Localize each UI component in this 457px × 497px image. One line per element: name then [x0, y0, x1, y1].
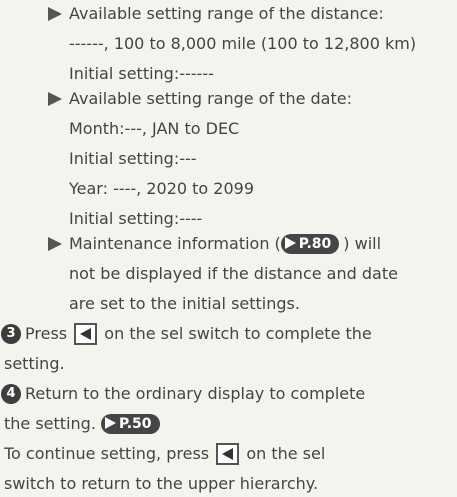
step-4-line-2: the setting. P.50 [4, 413, 160, 435]
distance-range-heading: Available setting range of the distance: [69, 4, 384, 23]
step-3-text-rest: on the sel switch to complete the [104, 324, 372, 343]
page-ref-p50[interactable]: P.50 [101, 413, 160, 434]
step-4-line-4: switch to return to the upper hierarchy. [4, 474, 319, 493]
page-ref-p80[interactable]: P.80 [280, 233, 340, 254]
step-4-line-3: To continue setting, press on the sel [4, 442, 326, 466]
year-initial-setting: Initial setting:---- [69, 209, 203, 228]
maintenance-note-text-end: ) will [343, 234, 382, 253]
maintenance-note-text: Maintenance information ( [69, 234, 281, 253]
reference-arrow-icon [284, 236, 296, 249]
step-number-3-badge: 3 [1, 324, 21, 344]
distance-initial-setting: Initial setting:------ [69, 64, 214, 83]
page-ref-label: P.50 [119, 415, 152, 432]
step-3-line-2: setting. [4, 354, 65, 373]
bullet-arrow-icon [48, 237, 62, 251]
maintenance-note-line-3: are set to the initial settings. [69, 294, 300, 313]
month-range: Month:---, JAN to DEC [69, 119, 240, 138]
manual-page: Available setting range of the distance:… [0, 0, 457, 497]
reference-arrow-icon [105, 416, 116, 429]
step-4-text-sel: on the sel [246, 444, 326, 463]
bullet-arrow-icon [48, 92, 62, 106]
step-4-line-1: Return to the ordinary display to comple… [25, 384, 366, 403]
step-3-text-press: Press [25, 324, 68, 343]
page-ref-label: P.80 [298, 235, 332, 252]
left-key-button-icon [74, 322, 98, 345]
month-initial-setting: Initial setting:--- [69, 149, 197, 168]
date-range-heading: Available setting range of the date: [69, 89, 352, 108]
maintenance-note-line-1: Maintenance information ( P.80 ) will [69, 233, 381, 255]
step-4-text-setting: the setting. [4, 414, 96, 433]
year-range: Year: ----, 2020 to 2099 [69, 179, 255, 198]
bullet-arrow-icon [48, 7, 62, 21]
maintenance-note-line-2: not be displayed if the distance and dat… [69, 264, 398, 283]
distance-range-values: ------, 100 to 8,000 mile (100 to 12,800… [69, 34, 417, 53]
step-4-text-continue: To continue setting, press [4, 444, 210, 463]
step-3-line-1: Press on the sel switch to complete the [25, 322, 372, 346]
left-key-button-icon [216, 442, 240, 465]
step-number-4-badge: 4 [1, 384, 21, 404]
